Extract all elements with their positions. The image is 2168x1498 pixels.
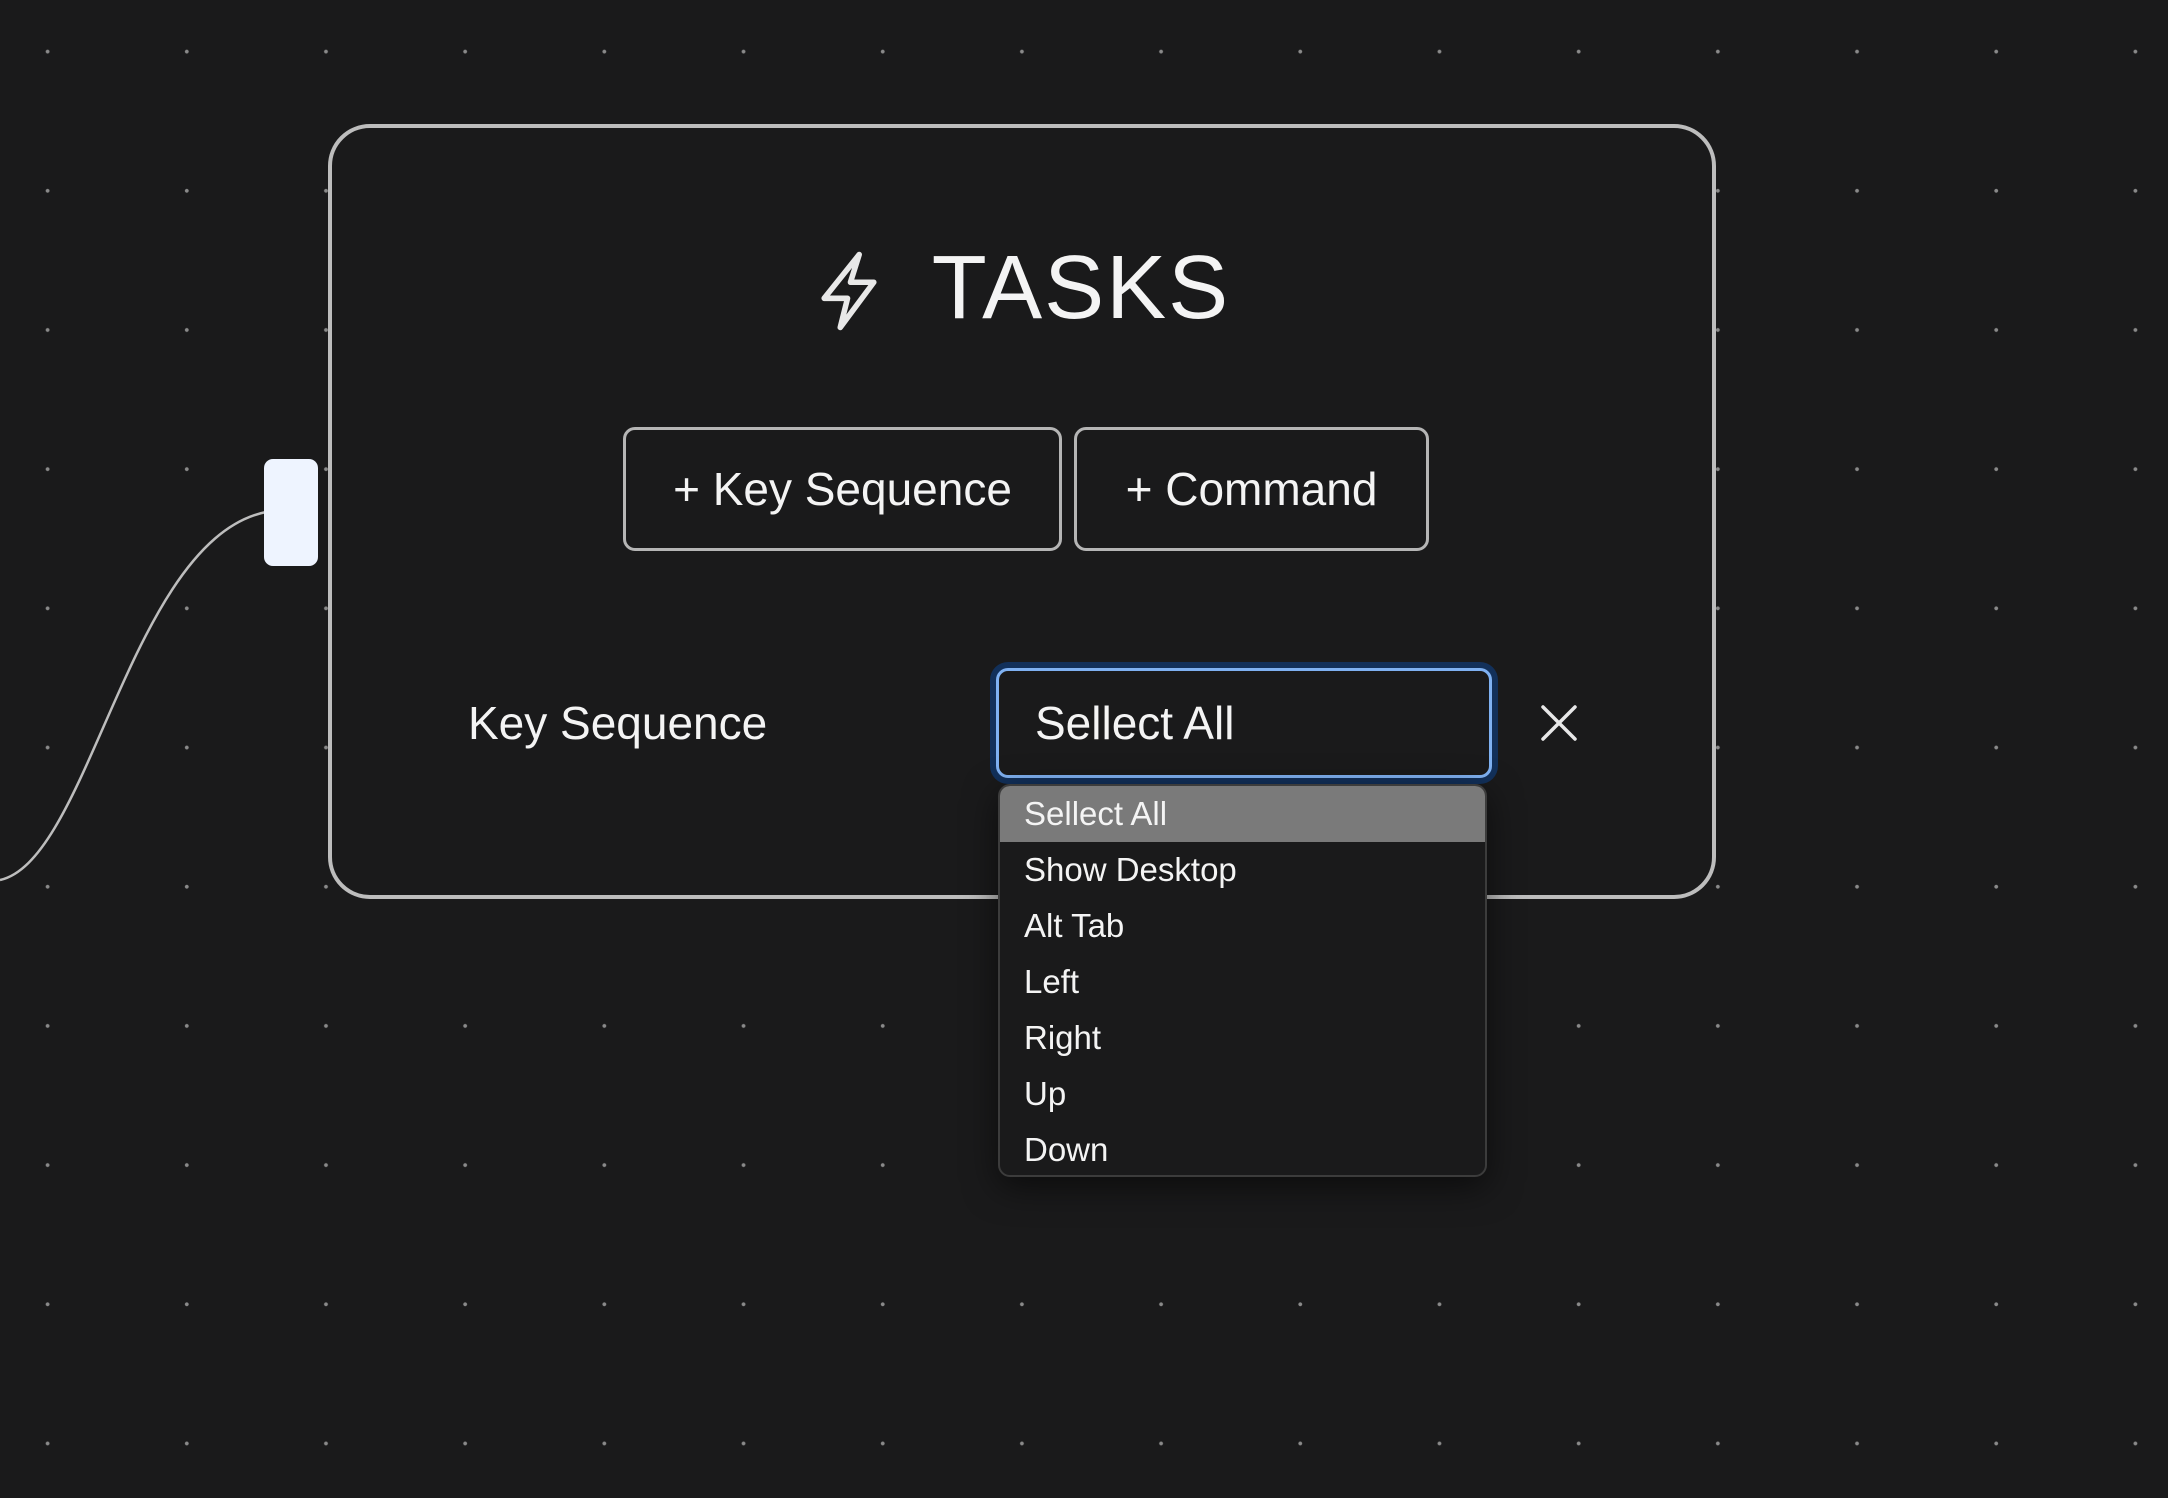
add-key-sequence-button[interactable]: + Key Sequence bbox=[623, 427, 1062, 551]
dropdown-option[interactable]: Alt Tab bbox=[1000, 898, 1485, 954]
add-command-button[interactable]: + Command bbox=[1074, 427, 1429, 551]
lightning-bolt-icon bbox=[821, 251, 877, 331]
dropdown-option[interactable]: Up bbox=[1000, 1066, 1485, 1122]
dropdown-option[interactable]: Sellect All bbox=[1000, 786, 1485, 842]
dropdown-option[interactable]: Show Desktop bbox=[1000, 842, 1485, 898]
key-sequence-select[interactable]: Sellect All bbox=[996, 668, 1492, 778]
edge-path bbox=[0, 510, 267, 882]
close-icon[interactable] bbox=[1535, 699, 1583, 747]
select-value: Sellect All bbox=[1035, 697, 1235, 749]
dropdown-option[interactable]: Down bbox=[1000, 1122, 1485, 1175]
node-input-handle[interactable] bbox=[264, 459, 318, 566]
dropdown-option[interactable]: Left bbox=[1000, 954, 1485, 1010]
tasks-node: TASKS + Key Sequence + Command Key Seque… bbox=[328, 124, 1716, 899]
node-header: TASKS bbox=[332, 233, 1712, 343]
dropdown-option[interactable]: Right bbox=[1000, 1010, 1485, 1066]
key-sequence-dropdown: Sellect All Show Desktop Alt Tab Left Ri… bbox=[998, 784, 1487, 1177]
node-title: TASKS bbox=[931, 238, 1231, 338]
key-sequence-label: Key Sequence bbox=[468, 697, 768, 749]
